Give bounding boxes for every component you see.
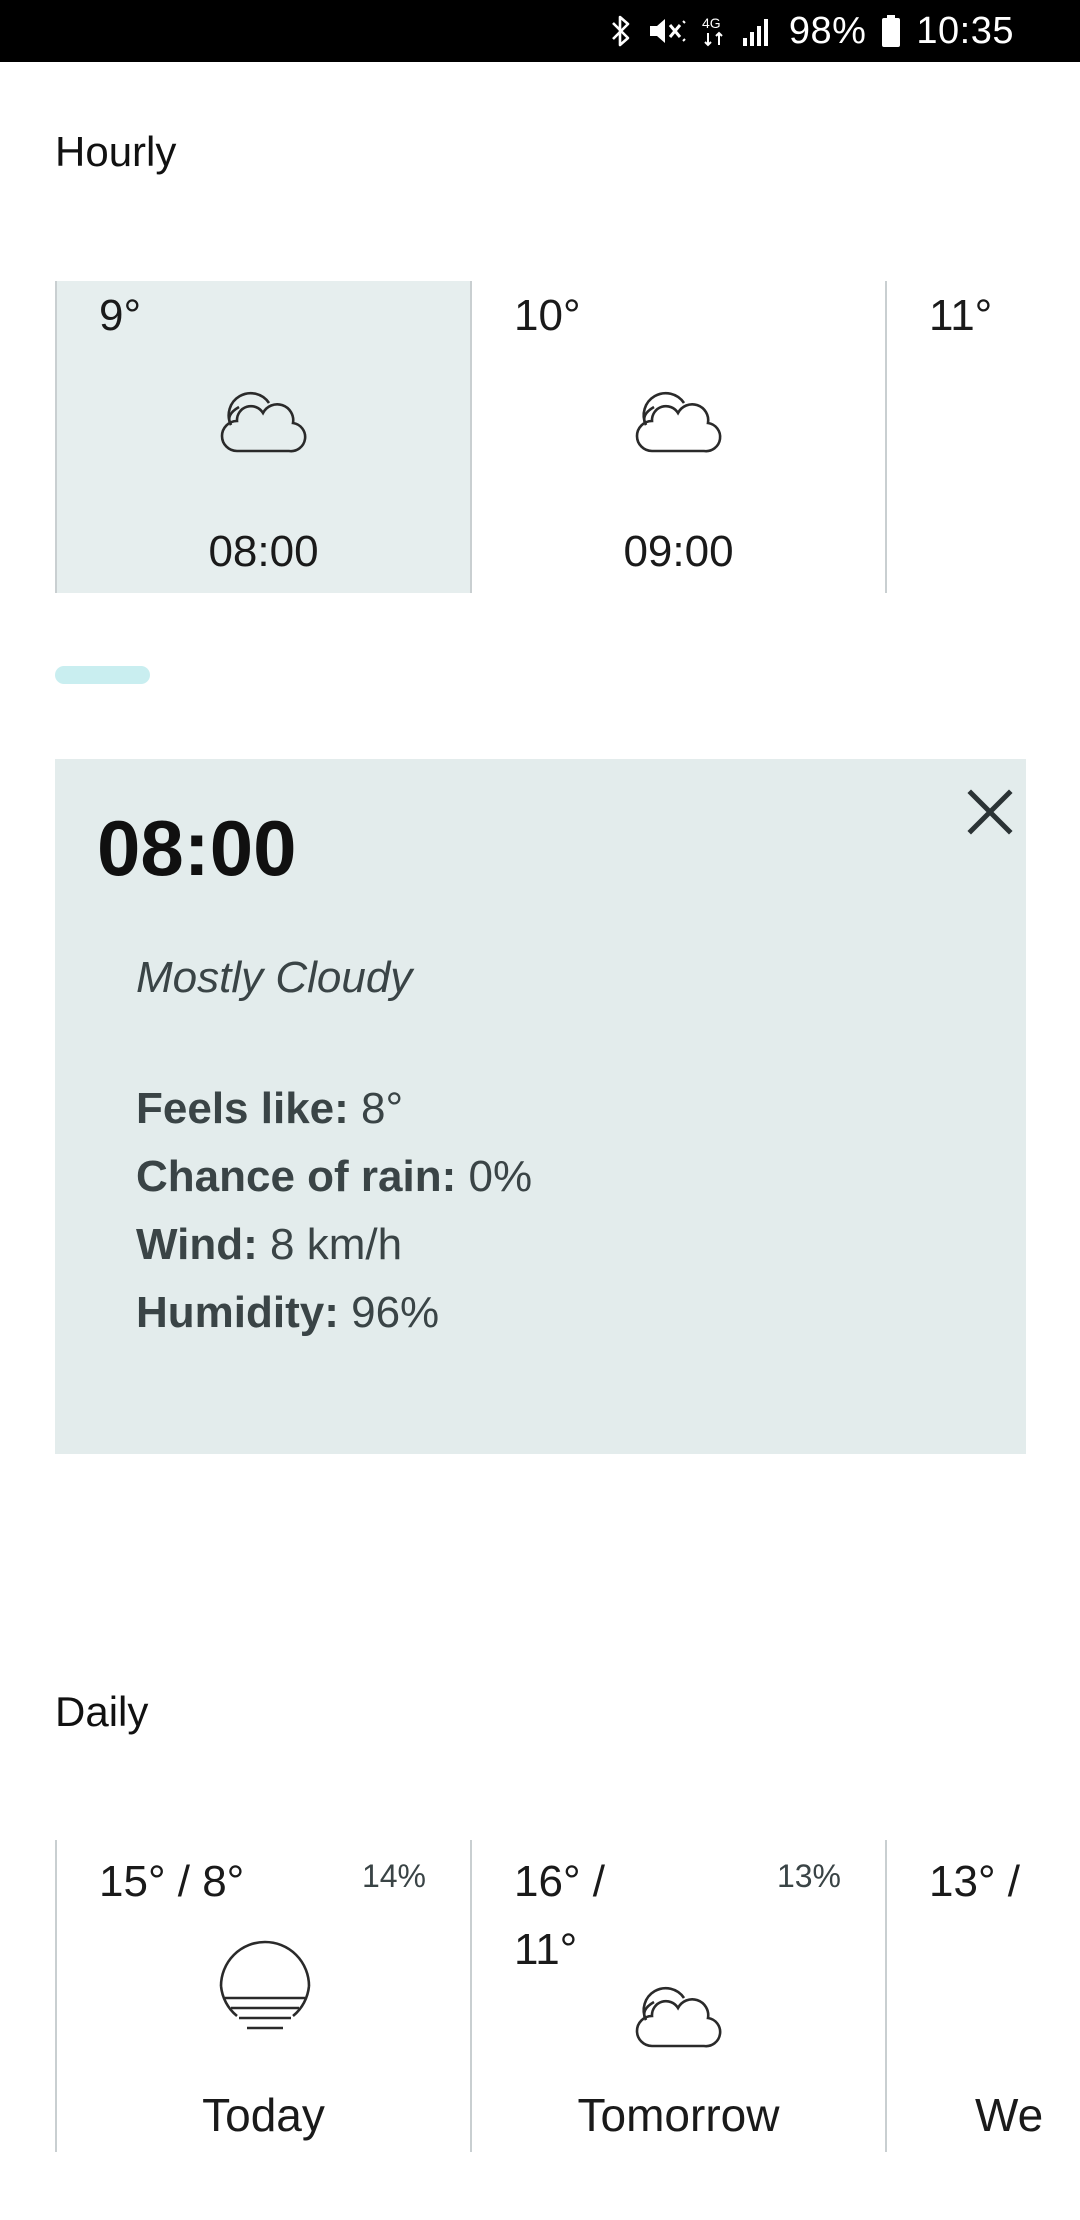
hour-time: 09:00 (623, 527, 734, 576)
day-label: We (975, 2089, 1044, 2141)
daily-heading: Daily (55, 1688, 149, 1735)
detail-condition: Mostly Cloudy (136, 953, 413, 1002)
detail-label: Humidity: (136, 1288, 339, 1337)
day-rain-chance: 13% (776, 1858, 841, 1894)
detail-feels-like: Feels like: 8° (136, 1075, 532, 1143)
clock: 10:35 (916, 9, 1014, 52)
detail-label: Chance of rain: (136, 1152, 457, 1201)
hour-detail-panel: 08:00 Mostly Cloudy Feels like: 8° Chanc… (55, 759, 1026, 1454)
detail-list: Feels like: 8° Chance of rain: 0% Wind: … (136, 1075, 532, 1347)
detail-humidity: Humidity: 96% (136, 1279, 532, 1347)
detail-wind: Wind: 8 km/h (136, 1211, 532, 1279)
hour-card-0800[interactable]: 9° 08:00 (55, 281, 470, 593)
detail-label: Feels like: (136, 1084, 349, 1133)
daily-carousel[interactable]: 15° / 8° 14% Today 16° / 11° 13% Tomorro… (55, 1840, 1080, 2152)
mute-icon (647, 14, 687, 48)
mostly-cloudy-icon (220, 391, 307, 453)
day-card-today[interactable]: 15° / 8° 14% Today (55, 1840, 470, 2152)
hourly-heading: Hourly (55, 128, 177, 175)
detail-value: 8 km/h (257, 1220, 403, 1269)
battery-icon (880, 14, 902, 48)
day-label: Tomorrow (577, 2089, 780, 2141)
hour-temp: 9° (99, 291, 142, 340)
hour-card-0900[interactable]: 10° 09:00 (470, 281, 885, 593)
close-icon (967, 789, 1013, 835)
mostly-cloudy-icon (635, 391, 722, 453)
hour-time: 08:00 (208, 527, 319, 576)
day-temp-range: 16° / 11° (514, 1857, 605, 1974)
detail-value: 8° (348, 1084, 404, 1133)
detail-value: 96% (338, 1288, 440, 1337)
hour-temp: 10° (514, 291, 581, 340)
mostly-cloudy-icon (635, 1986, 722, 2048)
svg-text:4G: 4G (702, 15, 721, 31)
hour-temp: 11° (929, 291, 993, 340)
hour-card-1000[interactable]: 11° (885, 281, 1080, 593)
detail-label: Wind: (136, 1220, 258, 1269)
hazy-sun-icon (219, 1940, 311, 2030)
hourly-scroll-indicator (55, 666, 150, 684)
hourly-carousel[interactable]: 9° 08:00 10° 09:00 11° (55, 281, 1080, 593)
battery-percent: 98% (788, 9, 867, 52)
4g-icon: 4G (701, 14, 727, 48)
day-label: Today (202, 2089, 325, 2141)
detail-value: 0% (456, 1152, 533, 1201)
day-card-wednesday[interactable]: 13° / We (885, 1840, 1080, 2152)
signal-icon (741, 14, 775, 48)
status-bar: 4G 98% 10:35 (0, 0, 1080, 62)
detail-chance-of-rain: Chance of rain: 0% (136, 1143, 532, 1211)
bluetooth-icon (609, 14, 633, 48)
day-rain-chance: 14% (361, 1858, 426, 1894)
close-button[interactable] (955, 777, 1025, 847)
detail-time: 08:00 (97, 804, 297, 892)
day-card-tomorrow[interactable]: 16° / 11° 13% Tomorrow (470, 1840, 885, 2152)
day-temp-range: 13° / (929, 1857, 1020, 1906)
day-temp-range: 15° / 8° (99, 1857, 245, 1906)
